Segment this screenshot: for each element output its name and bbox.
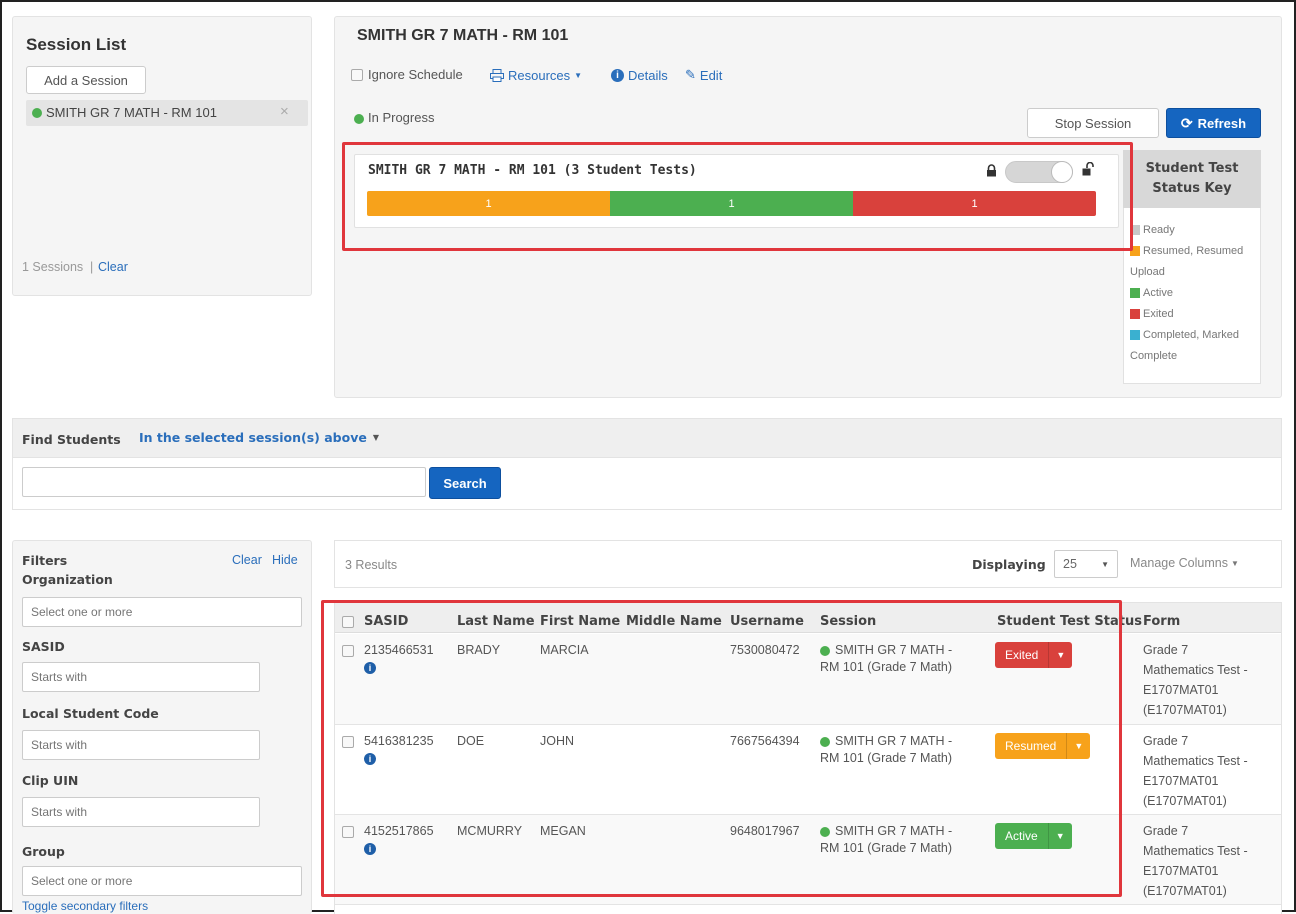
- in-progress-dot-icon: [354, 114, 364, 124]
- status-key-label: Exited: [1143, 308, 1174, 320]
- cell-form-line: E1707MAT01: [1143, 683, 1219, 697]
- toggle-secondary-filters-link[interactable]: Toggle secondary filters: [22, 899, 148, 913]
- table-highlight-box: [321, 600, 1122, 897]
- find-scope-dropdown[interactable]: In the selected session(s) above ▼: [139, 430, 379, 445]
- clip-uin-label: Clip UIN: [22, 773, 79, 788]
- resources-menu[interactable]: Resources ▼: [490, 65, 600, 85]
- status-key-title: Student Test Status Key: [1145, 161, 1239, 196]
- status-key-item: Active: [1130, 283, 1258, 304]
- ignore-schedule-checkbox[interactable]: [351, 69, 363, 81]
- organization-input[interactable]: [22, 597, 302, 627]
- status-key-item: Ready: [1130, 220, 1258, 241]
- cell-form-line: Mathematics Test -: [1143, 663, 1248, 677]
- cell-form-line: E1707MAT01: [1143, 774, 1219, 788]
- clear-sessions-link[interactable]: Clear: [98, 260, 128, 274]
- session-list-item[interactable]: SMITH GR 7 MATH - RM 101 ×: [26, 100, 308, 126]
- session-count: 1 Sessions: [22, 260, 84, 274]
- local-code-input[interactable]: [22, 730, 260, 760]
- local-code-label: Local Student Code: [22, 706, 159, 721]
- status-dot-icon: [32, 108, 42, 118]
- color-swatch-icon: [1130, 288, 1140, 299]
- cell-form-line: Grade 7: [1143, 734, 1189, 748]
- cell-form-line: (E1707MAT01): [1143, 794, 1227, 808]
- refresh-label: Refresh: [1197, 115, 1247, 131]
- session-status: In Progress: [368, 110, 435, 125]
- manage-columns-label: Manage Columns: [1130, 556, 1228, 570]
- status-key-label: Resumed, Resumed Upload: [1130, 245, 1244, 278]
- cell-form-line: Mathematics Test -: [1143, 844, 1248, 858]
- caret-down-icon: ▼: [1230, 558, 1239, 568]
- color-swatch-icon: [1130, 309, 1140, 320]
- organization-label: Organization: [22, 572, 113, 587]
- student-search-input[interactable]: [22, 467, 426, 497]
- filters-hide-link[interactable]: Hide: [272, 553, 298, 567]
- refresh-button[interactable]: ⟳ Refresh: [1166, 108, 1261, 138]
- caret-down-icon: ▼: [372, 433, 379, 442]
- ignore-schedule-label: Ignore Schedule: [368, 67, 463, 82]
- edit-link[interactable]: ✎ Edit: [685, 65, 722, 85]
- details-link[interactable]: i Details: [611, 65, 668, 85]
- cell-form-line: (E1707MAT01): [1143, 703, 1227, 717]
- filters-title: Filters: [22, 553, 68, 568]
- caret-down-icon: ▼: [1101, 559, 1109, 569]
- cell-form-line: Grade 7: [1143, 824, 1189, 838]
- search-button[interactable]: Search: [429, 467, 501, 499]
- filters-clear-link[interactable]: Clear: [232, 553, 262, 567]
- session-list-item-label: SMITH GR 7 MATH - RM 101: [46, 105, 217, 120]
- find-students-label: Find Students: [22, 432, 121, 447]
- status-key-label: Active: [1143, 287, 1173, 299]
- group-input[interactable]: [22, 866, 302, 896]
- session-list-title: Session List: [26, 35, 127, 54]
- status-key-item: Resumed, Resumed Upload: [1130, 241, 1258, 283]
- session-list-panel: [12, 16, 312, 296]
- clip-uin-input[interactable]: [22, 797, 260, 827]
- cell-form-line: Grade 7: [1143, 643, 1189, 657]
- sasid-filter-label: SASID: [22, 639, 65, 654]
- cell-form-line: E1707MAT01: [1143, 864, 1219, 878]
- status-key-label: Ready: [1143, 224, 1175, 236]
- details-label: Details: [628, 67, 668, 83]
- status-key-header: Student Test Status Key: [1123, 150, 1261, 208]
- session-count-separator: |: [90, 260, 94, 274]
- cell-form-line: Mathematics Test -: [1143, 754, 1248, 768]
- pencil-icon: ✎: [685, 67, 696, 82]
- stop-session-button[interactable]: Stop Session: [1027, 108, 1159, 138]
- add-session-button[interactable]: Add a Session: [26, 66, 146, 94]
- cell-form-line: (E1707MAT01): [1143, 884, 1227, 898]
- results-count: 3 Results: [345, 558, 398, 572]
- sasid-filter-input[interactable]: [22, 662, 260, 692]
- color-swatch-icon: [1130, 330, 1140, 341]
- status-key-item: Exited: [1130, 304, 1258, 325]
- status-key-label: Completed, Marked Complete: [1130, 329, 1239, 362]
- info-icon: i: [611, 68, 624, 82]
- find-scope-label: In the selected session(s) above: [139, 430, 367, 445]
- per-page-select[interactable]: 25 ▼: [1054, 550, 1118, 578]
- col-form[interactable]: Form: [1143, 614, 1180, 629]
- per-page-value: 25: [1063, 557, 1077, 571]
- close-icon[interactable]: ×: [280, 103, 289, 120]
- session-title: SMITH GR 7 MATH - RM 101: [357, 27, 569, 44]
- resources-label: Resources: [508, 67, 571, 83]
- printer-icon: [490, 68, 504, 82]
- status-key-item: Completed, Marked Complete: [1130, 325, 1258, 367]
- manage-columns-dropdown[interactable]: Manage Columns ▼: [1130, 556, 1239, 570]
- group-label: Group: [22, 844, 65, 859]
- caret-down-icon: ▼: [574, 70, 583, 80]
- refresh-icon: ⟳: [1180, 114, 1193, 131]
- status-key-list: Ready Resumed, Resumed Upload Active Exited…: [1130, 220, 1258, 367]
- edit-label: Edit: [699, 67, 723, 83]
- displaying-label: Displaying: [972, 557, 1046, 572]
- session-highlight-box: [342, 142, 1133, 251]
